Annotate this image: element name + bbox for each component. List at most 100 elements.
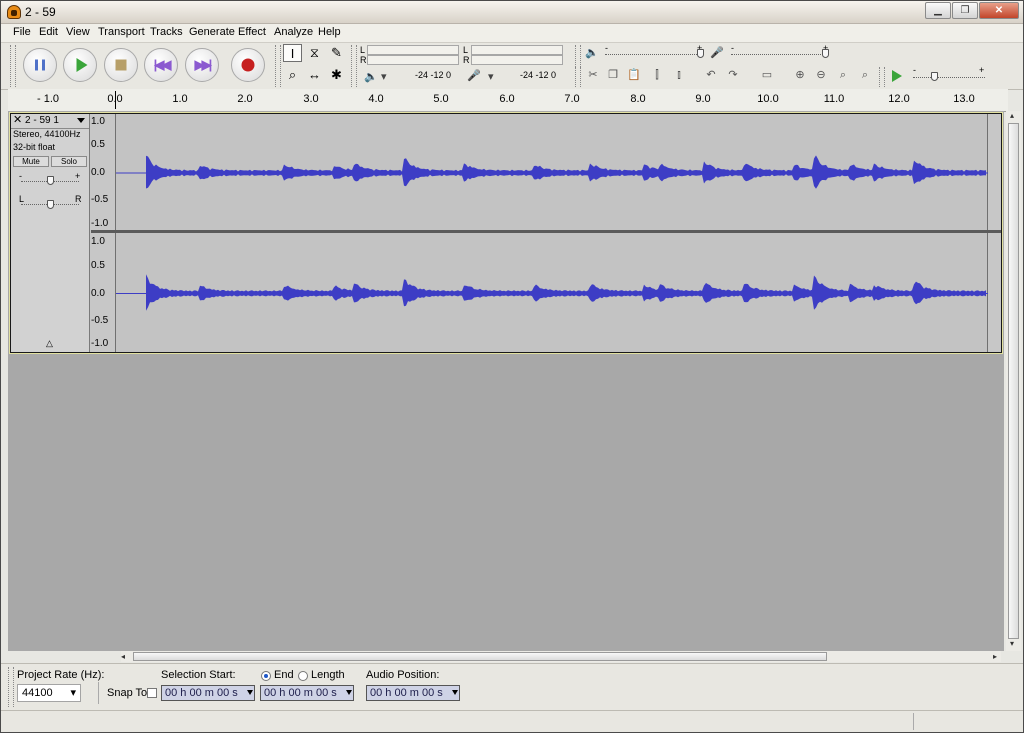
menu-analyze[interactable]: Analyze xyxy=(274,26,313,38)
menu-tracks[interactable]: Tracks xyxy=(150,26,183,38)
scroll-left-icon[interactable]: ◂ xyxy=(121,652,125,661)
record-button[interactable] xyxy=(231,48,265,82)
output-volume-icon: 🔈 xyxy=(585,47,599,59)
ruler-tick: - 1.0 xyxy=(36,93,60,105)
paste-button[interactable]: 📋 xyxy=(624,66,644,84)
track-name-bar[interactable]: ✕ 2 - 59 1 xyxy=(11,114,89,129)
copy-button[interactable]: ❐ xyxy=(603,66,623,84)
length-radio[interactable] xyxy=(298,671,308,681)
stop-icon xyxy=(115,59,127,71)
sync-lock-icon: ▭ xyxy=(761,69,773,81)
magnifier-icon: ⌕ xyxy=(288,67,297,82)
menu-help[interactable]: Help xyxy=(318,26,341,38)
sync-lock-button[interactable]: ▭ xyxy=(755,66,779,84)
output-volume-slider[interactable] xyxy=(697,49,704,58)
selection-end-time[interactable]: 00 h 00 m 00 s xyxy=(260,685,354,701)
close-button[interactable]: ✕ xyxy=(979,2,1019,19)
speed-slider[interactable] xyxy=(931,72,938,81)
transport-toolbar-grip[interactable] xyxy=(10,45,16,87)
play-at-speed-button[interactable] xyxy=(886,66,906,84)
project-rate-select[interactable]: 44100 ▾ xyxy=(17,684,81,702)
skip-to-end-button[interactable]: ▶▶| xyxy=(185,48,219,82)
play-meter-right[interactable] xyxy=(367,55,459,65)
ruler-tick: 5.0 xyxy=(433,93,449,105)
right-channel-waveform[interactable] xyxy=(115,233,988,352)
gain-slider[interactable] xyxy=(47,176,54,185)
time-shift-tool[interactable]: ↔ xyxy=(305,66,324,84)
play-meter-left[interactable] xyxy=(367,45,459,55)
menu-file[interactable]: File xyxy=(13,26,31,38)
vertical-scroll-thumb[interactable] xyxy=(1008,123,1019,639)
solo-button[interactable]: Solo xyxy=(51,156,87,167)
minimize-button[interactable]: ▁ xyxy=(925,2,951,19)
fit-project-button[interactable]: ⌕ xyxy=(855,66,875,84)
audio-position-label: Audio Position: xyxy=(366,669,440,681)
silence-icon: ⫾ xyxy=(677,69,681,81)
menu-transport[interactable]: Transport xyxy=(98,26,145,38)
chevron-down-icon[interactable] xyxy=(452,690,458,695)
left-channel-waveform[interactable] xyxy=(115,114,988,230)
snap-to-checkbox[interactable] xyxy=(147,688,157,698)
play-meter-menu-icon[interactable]: ▾ xyxy=(381,70,387,83)
input-volume-slider[interactable] xyxy=(822,49,829,58)
tools-toolbar-grip[interactable] xyxy=(275,45,281,87)
mute-button[interactable]: Mute xyxy=(13,156,49,167)
undo-button[interactable]: ↶ xyxy=(701,66,721,84)
zoom-tool[interactable]: ⌕ xyxy=(283,66,302,84)
horizontal-scroll-thumb[interactable] xyxy=(133,652,827,661)
menu-generate[interactable]: Generate xyxy=(189,26,235,38)
pan-slider[interactable] xyxy=(47,200,54,209)
scroll-up-icon[interactable]: ▴ xyxy=(1010,111,1014,120)
vscale-label: 0.5 xyxy=(91,260,105,271)
chevron-down-icon: ▾ xyxy=(70,687,76,699)
scroll-down-icon[interactable]: ▾ xyxy=(1010,639,1014,648)
scissors-icon: ✂ xyxy=(588,69,598,81)
vscale-label: -1.0 xyxy=(91,338,109,349)
menu-edit[interactable]: Edit xyxy=(39,26,58,38)
play-at-speed-grip[interactable] xyxy=(879,67,885,87)
selection-tool[interactable]: I xyxy=(283,44,302,62)
draw-tool[interactable]: ✎ xyxy=(327,44,346,62)
menu-view[interactable]: View xyxy=(66,26,90,38)
chevron-down-icon[interactable] xyxy=(346,690,352,695)
play-at-speed-icon xyxy=(892,70,902,82)
audio-position-time[interactable]: 00 h 00 m 00 s xyxy=(366,685,460,701)
pan-left-label: L xyxy=(19,194,25,204)
selection-toolbar-grip[interactable] xyxy=(8,667,14,707)
timeline-ruler[interactable]: - 1.0 0.0 1.0 2.0 3.0 4.0 5.0 6.0 7.0 8.… xyxy=(8,89,1008,112)
play-button[interactable] xyxy=(63,48,97,82)
vertical-scrollbar[interactable]: ▴ ▾ xyxy=(1006,111,1021,651)
chevron-down-icon[interactable] xyxy=(247,690,253,695)
stop-button[interactable] xyxy=(104,48,138,82)
track-panel[interactable]: ✕ 2 - 59 1 Stereo, 44100Hz 32-bit float … xyxy=(8,111,1004,651)
meter-toolbar-grip[interactable] xyxy=(351,45,357,87)
zoom-in-button[interactable]: ⊕ xyxy=(790,66,810,84)
redo-button[interactable]: ↷ xyxy=(723,66,743,84)
maximize-button[interactable]: ❐ xyxy=(952,2,978,19)
zoom-out-button[interactable]: ⊖ xyxy=(811,66,831,84)
track-control-panel[interactable]: ✕ 2 - 59 1 Stereo, 44100Hz 32-bit float … xyxy=(11,114,90,352)
play-cursor-marker[interactable] xyxy=(115,91,116,109)
scroll-right-icon[interactable]: ▸ xyxy=(993,652,997,661)
audio-track[interactable]: ✕ 2 - 59 1 Stereo, 44100Hz 32-bit float … xyxy=(10,113,1002,353)
end-radio[interactable] xyxy=(261,671,271,681)
envelope-tool[interactable]: ⧖ xyxy=(305,44,324,62)
menu-effect[interactable]: Effect xyxy=(238,26,266,38)
track-close-button[interactable]: ✕ xyxy=(13,114,22,127)
pause-button[interactable] xyxy=(23,48,57,82)
track-menu-dropdown-icon[interactable] xyxy=(77,118,85,123)
skip-to-start-button[interactable]: |◀◀ xyxy=(144,48,178,82)
silence-button[interactable]: ⫾ xyxy=(669,66,689,84)
fit-selection-button[interactable]: ⌕ xyxy=(833,66,853,84)
collapse-track-button[interactable]: △ xyxy=(46,338,53,349)
multi-tool[interactable]: ✱ xyxy=(327,66,346,84)
rec-meter-left[interactable] xyxy=(471,45,563,55)
horizontal-scrollbar[interactable]: ◂ ▸ xyxy=(121,651,1001,662)
cut-button[interactable]: ✂ xyxy=(583,66,603,84)
trim-button[interactable]: ⫿ xyxy=(647,66,667,84)
edit-toolbar-grip[interactable] xyxy=(575,67,581,87)
i-beam-icon: I xyxy=(290,46,295,61)
rec-meter-menu-icon[interactable]: ▾ xyxy=(488,70,494,83)
selection-start-time[interactable]: 00 h 00 m 00 s xyxy=(161,685,255,701)
rec-meter-right[interactable] xyxy=(471,55,563,65)
